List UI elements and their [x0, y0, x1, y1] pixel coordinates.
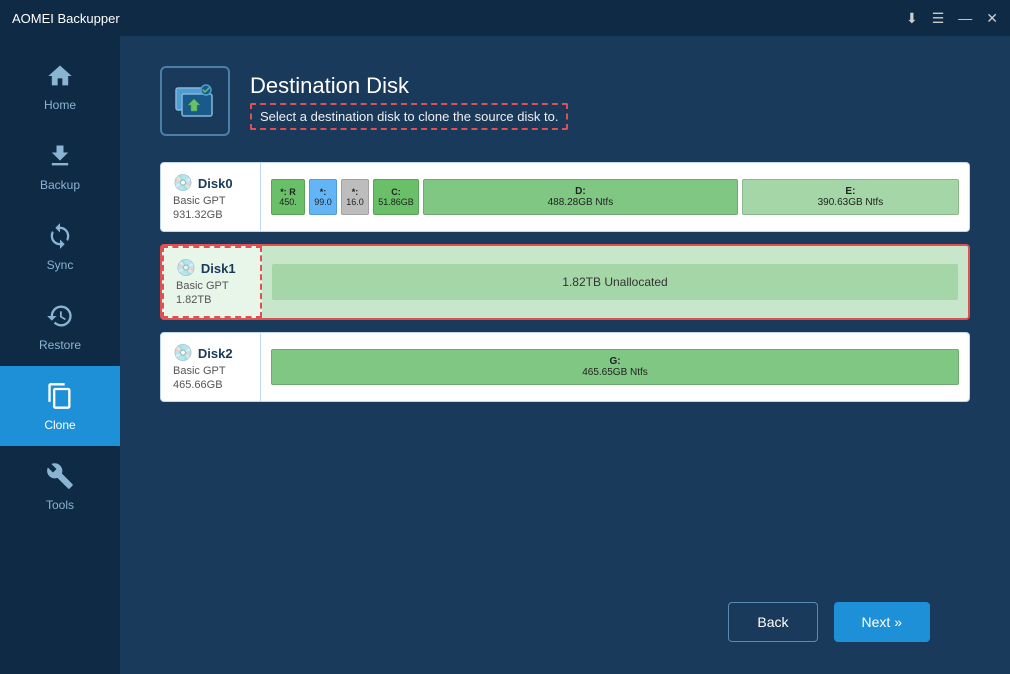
next-button-label: Next » [862, 614, 902, 630]
disk0-part-c: C: 51.86GB [373, 179, 419, 215]
disk2-partitions: G: 465.65GB Ntfs [261, 333, 969, 401]
download-icon[interactable]: ⬇ [906, 10, 918, 27]
disk0-size: 931.32GB [173, 209, 248, 221]
sidebar-item-tools[interactable]: Tools [0, 446, 120, 526]
disk1-size: 1.82TB [176, 294, 248, 306]
disk2-icon: 💿 [173, 343, 193, 363]
sidebar-label-home: Home [44, 98, 76, 112]
disk2-name: 💿 Disk2 [173, 343, 248, 363]
disk-card-disk1[interactable]: 💿 Disk1 Basic GPT 1.82TB 1.82TB Unalloca… [160, 244, 970, 320]
disk0-part-d: D: 488.28GB Ntfs [423, 179, 738, 215]
window-controls: ⬇ ☰ — ✕ [906, 10, 998, 27]
tools-icon [44, 460, 76, 492]
minimize-icon[interactable]: — [958, 10, 972, 26]
disk0-part-3: *: 16.0 [341, 179, 369, 215]
disk0-part-e: E: 390.63GB Ntfs [742, 179, 959, 215]
sync-icon [44, 220, 76, 252]
disk0-part-r: *: R 450. [271, 179, 305, 215]
app-title: AOMEI Backupper [12, 11, 906, 26]
page-header: Destination Disk Select a destination di… [160, 66, 970, 136]
sidebar-item-sync[interactable]: Sync [0, 206, 120, 286]
page-icon-box [160, 66, 230, 136]
restore-icon [44, 300, 76, 332]
disk2-size: 465.66GB [173, 379, 248, 391]
disk0-icon: 💿 [173, 173, 193, 193]
disk1-name: 💿 Disk1 [176, 258, 248, 278]
sidebar-item-clone[interactable]: Clone [0, 366, 120, 446]
disk1-info: 💿 Disk1 Basic GPT 1.82TB [162, 246, 262, 318]
next-button[interactable]: Next » [834, 602, 930, 642]
disk-card-disk0[interactable]: 💿 Disk0 Basic GPT 931.32GB *: R 450. *: … [160, 162, 970, 232]
disk0-info: 💿 Disk0 Basic GPT 931.32GB [161, 163, 261, 231]
disks-container: 💿 Disk0 Basic GPT 931.32GB *: R 450. *: … [160, 162, 970, 574]
sidebar-label-backup: Backup [40, 178, 80, 192]
sidebar-item-backup[interactable]: Backup [0, 126, 120, 206]
disk0-type: Basic GPT [173, 195, 248, 207]
disk0-partitions: *: R 450. *: 99.0 *: 16.0 C: 51.86GB [261, 163, 969, 231]
main-content: Destination Disk Select a destination di… [120, 36, 1010, 674]
disk0-name: 💿 Disk0 [173, 173, 248, 193]
disk2-part-g: G: 465.65GB Ntfs [271, 349, 959, 385]
page-subtitle: Select a destination disk to clone the s… [250, 103, 568, 130]
home-icon [44, 60, 76, 92]
disk1-partitions: 1.82TB Unallocated [262, 246, 968, 318]
title-bar: AOMEI Backupper ⬇ ☰ — ✕ [0, 0, 1010, 36]
sidebar-label-tools: Tools [46, 498, 74, 512]
disk1-type: Basic GPT [176, 280, 248, 292]
sidebar-label-sync: Sync [47, 258, 74, 272]
close-icon[interactable]: ✕ [986, 10, 998, 27]
disk1-icon: 💿 [176, 258, 196, 278]
sidebar-item-restore[interactable]: Restore [0, 286, 120, 366]
page-title-area: Destination Disk Select a destination di… [250, 73, 568, 130]
clone-icon [44, 380, 76, 412]
disk2-type: Basic GPT [173, 365, 248, 377]
backup-icon [44, 140, 76, 172]
sidebar-label-clone: Clone [44, 418, 75, 432]
app-body: Home Backup Sync Restore [0, 36, 1010, 674]
bottom-bar: Back Next » [160, 590, 970, 654]
sidebar-item-home[interactable]: Home [0, 46, 120, 126]
page-title: Destination Disk [250, 73, 568, 99]
disk-card-disk2[interactable]: 💿 Disk2 Basic GPT 465.66GB G: 465.65GB N… [160, 332, 970, 402]
disk0-part-2: *: 99.0 [309, 179, 337, 215]
disk1-unallocated: 1.82TB Unallocated [272, 264, 958, 300]
sidebar: Home Backup Sync Restore [0, 36, 120, 674]
sidebar-label-restore: Restore [39, 338, 81, 352]
menu-icon[interactable]: ☰ [932, 10, 945, 27]
disk2-info: 💿 Disk2 Basic GPT 465.66GB [161, 333, 261, 401]
back-button[interactable]: Back [728, 602, 817, 642]
